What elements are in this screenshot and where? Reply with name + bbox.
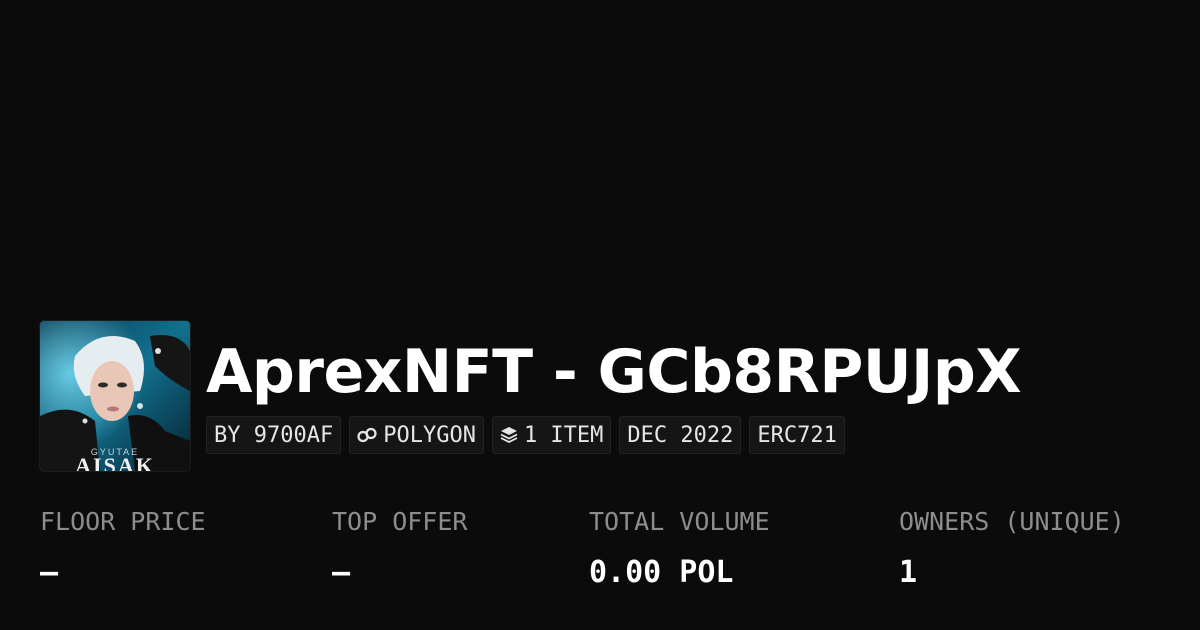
total-volume-value: 0.00 POL xyxy=(589,555,734,590)
standard-label: ERC721 xyxy=(757,422,837,448)
items-chip[interactable]: 1 ITEM xyxy=(491,416,612,454)
layers-icon xyxy=(500,426,518,444)
collection-meta-chips: BY 9700AF POLYGON 1 ITEM DEC 2022 ERC721 xyxy=(206,416,845,454)
chain-label: POLYGON xyxy=(383,422,476,448)
collection-thumbnail-image: GYUTAE AISAK xyxy=(40,321,190,471)
floor-price-value: – xyxy=(40,555,59,590)
top-offer-stat: TOP OFFER – xyxy=(332,504,467,593)
creator-chip[interactable]: BY 9700AF xyxy=(206,416,342,454)
creator-label: BY 9700AF xyxy=(214,422,334,448)
polygon-link-icon xyxy=(357,425,377,445)
total-volume-label: TOTAL VOLUME xyxy=(589,507,770,536)
collection-title: AprexNFT - GCb8RPUJpX xyxy=(206,337,1022,407)
top-offer-value: – xyxy=(332,555,351,590)
owners-label: OWNERS (UNIQUE) xyxy=(899,507,1125,536)
collection-card: GYUTAE AISAK AprexNFT - GCb8RPUJpX BY 97… xyxy=(0,0,1200,630)
thumbnail-caption: AISAK xyxy=(75,453,155,471)
items-label: 1 ITEM xyxy=(523,422,604,448)
top-offer-label: TOP OFFER xyxy=(332,507,468,536)
chain-chip[interactable]: POLYGON xyxy=(349,416,484,454)
owners-stat: OWNERS (UNIQUE) 1 xyxy=(899,504,1125,593)
owners-value: 1 xyxy=(899,555,918,590)
floor-price-label: FLOOR PRICE xyxy=(40,507,206,536)
collection-thumbnail[interactable]: GYUTAE AISAK xyxy=(40,321,190,471)
floor-price-stat: FLOOR PRICE – xyxy=(40,504,206,593)
total-volume-stat: TOTAL VOLUME 0.00 POL xyxy=(589,504,770,593)
date-label: DEC 2022 xyxy=(627,422,734,448)
standard-chip: ERC721 xyxy=(749,416,845,454)
date-chip: DEC 2022 xyxy=(619,416,742,454)
